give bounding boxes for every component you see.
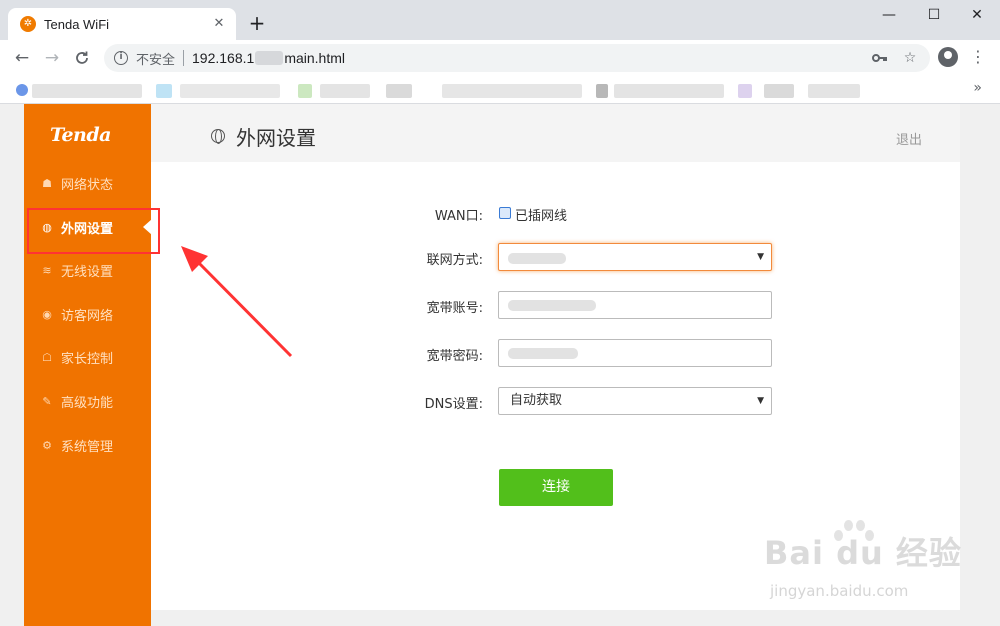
sidebar-item-parental-control[interactable]: ☖ 家长控制 [24,340,151,374]
connection-type-select[interactable]: ▼ [498,243,772,271]
more-menu-icon[interactable]: ⋮ [970,46,986,68]
broadband-password-input[interactable] [498,339,772,367]
chevron-down-icon: ▼ [757,252,764,262]
wifi-icon: ≋ [42,263,52,277]
new-tab-button[interactable]: + [246,12,268,34]
logout-link[interactable]: 退出 [896,129,922,148]
chevron-down-icon: ▼ [757,396,764,406]
page-gutter [960,104,1000,626]
account-value-redacted [508,300,596,311]
reload-icon [76,51,88,64]
password-value-redacted [508,348,578,359]
settings-icon: ⚙ [42,438,52,452]
bookmark-item-redacted[interactable] [180,84,280,98]
url-prefix: 192.168.1 [192,50,255,66]
annotation-highlight-box [27,208,160,254]
wan-status-text: 已插网线 [515,209,568,224]
bookmarks-overflow-icon[interactable]: » [973,80,982,96]
security-indicator: 不安全 [136,52,176,68]
close-window-button[interactable]: ✕ [962,4,992,26]
back-button[interactable]: ← [10,46,34,70]
sidebar-item-label: 网络状态 [61,177,114,193]
bookmark-item-redacted[interactable] [764,84,794,98]
bookmark-item-redacted[interactable] [808,84,860,98]
page-title: 外网设置 [236,126,316,150]
sidebar-item-label: 家长控制 [61,351,114,367]
connection-type-redacted [508,253,566,264]
bookmark-item-redacted[interactable] [298,84,312,98]
parental-icon: ☖ [42,350,52,364]
sidebar-item-label: 高级功能 [61,395,114,411]
sidebar-item-system[interactable]: ⚙ 系统管理 [24,428,151,462]
bookmark-item-redacted[interactable] [614,84,724,98]
dns-settings-select[interactable]: 自动获取 ▼ [498,387,772,415]
bookmark-item-redacted[interactable] [320,84,370,98]
bookmark-item-redacted[interactable] [156,84,172,98]
connection-type-label: 联网方式: [426,253,483,268]
minimize-button[interactable]: — [874,4,904,26]
sidebar-item-advanced[interactable]: ✎ 高级功能 [24,384,151,418]
url-redacted [255,51,284,65]
sidebar-item-label: 访客网络 [61,308,114,324]
connect-button[interactable]: 连接 [499,469,613,506]
sidebar-item-label: 系统管理 [61,439,114,455]
dns-settings-label: DNS设置: [424,397,483,412]
tenda-logo: Tenda [50,124,111,146]
url-separator [183,50,185,66]
baidu-watermark: Bai du 经验 [764,534,962,572]
reload-button[interactable] [70,46,94,70]
baidu-watermark-url: jingyan.baidu.com [770,582,909,600]
tab-close-icon[interactable]: ✕ [210,15,228,33]
profile-avatar-icon[interactable] [938,47,958,67]
router-icon: ☗ [42,176,52,190]
wrench-icon: ✎ [42,394,52,408]
bookmark-item-redacted[interactable] [442,84,582,98]
browser-tab[interactable]: ✲ Tenda WiFi ✕ [8,8,236,40]
broadband-password-label: 宽带密码: [426,349,483,364]
sidebar-item-label: 无线设置 [61,264,114,280]
bookmark-item-redacted[interactable] [32,84,142,98]
star-icon[interactable]: ☆ [900,48,920,68]
wan-cable-indicator-icon [499,207,511,219]
bookmarks-bar: » [0,76,1000,104]
tab-title: Tenda WiFi [44,16,110,32]
dns-selected-value: 自动获取 [510,393,563,408]
sidebar: Tenda ☗ 网络状态 ◍ 外网设置 ≋ 无线设置 ◉ 访客网络 ☖ 家长控制 [24,104,152,626]
sidebar-item-network-status[interactable]: ☗ 网络状态 [24,166,151,200]
sidebar-item-guest-network[interactable]: ◉ 访客网络 [24,297,151,331]
url-suffix: main.html [284,50,345,66]
wan-port-label: WAN口: [434,209,483,224]
bookmark-item-redacted[interactable] [738,84,752,98]
bookmark-item-redacted[interactable] [596,84,608,98]
broadband-account-label: 宽带账号: [426,301,483,316]
broadband-account-input[interactable] [498,291,772,319]
globe-icon [211,129,225,144]
tab-strip: ✲ Tenda WiFi ✕ + — ☐ ✕ [0,0,1000,40]
browser-toolbar: ← → i 不安全 192.168.1 main.html ☆ [0,40,1000,76]
address-bar[interactable]: i 不安全 192.168.1 main.html ☆ [104,44,930,72]
bookmark-item-redacted[interactable] [386,84,412,98]
key-icon[interactable] [870,48,890,68]
tenda-favicon-icon: ✲ [20,16,36,32]
maximize-button[interactable]: ☐ [919,4,949,26]
page-header: 外网设置 退出 [151,104,960,162]
forward-button[interactable]: → [40,46,64,70]
sidebar-item-wireless[interactable]: ≋ 无线设置 [24,253,151,287]
browser-window: ✲ Tenda WiFi ✕ + — ☐ ✕ ← → i 不安全 192.168… [0,0,1000,626]
info-icon[interactable]: i [114,51,128,65]
guest-icon: ◉ [42,307,52,321]
bookmark-favicon-icon[interactable] [16,84,28,96]
